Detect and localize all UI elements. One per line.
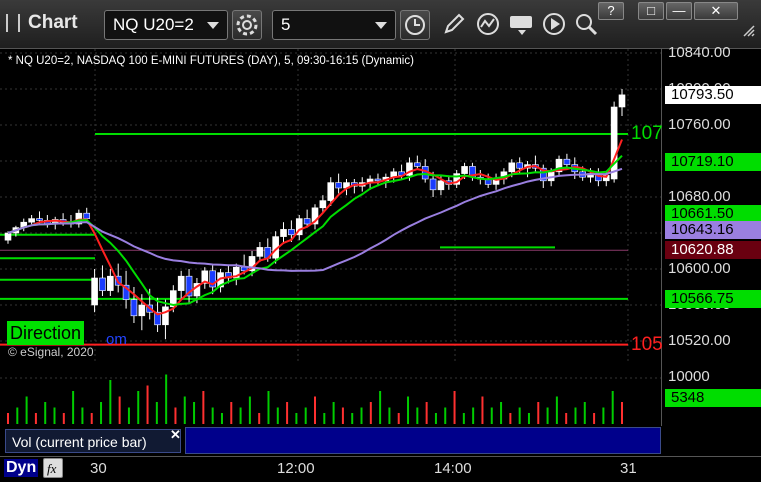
- om-text: om: [106, 331, 127, 348]
- close-icon: ✕: [710, 3, 722, 18]
- candle-body: [508, 162, 516, 173]
- price-tick: 10840.00: [668, 44, 731, 61]
- price-tag: 10793.50: [665, 85, 761, 104]
- level-label-top: 107: [631, 123, 663, 144]
- candle-body: [177, 275, 185, 291]
- svg-text:fx: fx: [47, 461, 57, 476]
- candle-body: [461, 166, 468, 174]
- candle-body: [563, 158, 571, 165]
- candle-body: [36, 218, 43, 221]
- candle-body: [327, 182, 335, 201]
- function-button[interactable]: fx: [43, 458, 63, 478]
- price-tag: 10661.50: [665, 204, 761, 223]
- candle-body: [516, 162, 523, 169]
- price-tick: 10760.00: [668, 116, 731, 133]
- candle-body: [437, 180, 445, 191]
- price-tag: 10719.10: [665, 152, 761, 171]
- candle-body: [162, 306, 169, 326]
- direction-label: Direction: [7, 321, 85, 345]
- candle-body: [256, 247, 264, 257]
- volume-tick: 10000: [668, 368, 710, 385]
- symbol-value: NQ U20=2: [113, 15, 194, 34]
- dynamic-label: Dyn: [4, 459, 39, 477]
- price-axis[interactable]: 10840.0010800.0010760.0010720.0010680.00…: [661, 44, 761, 426]
- pencil-icon: [444, 13, 465, 34]
- candle-body: [319, 200, 327, 209]
- restore-button[interactable]: □: [638, 2, 664, 20]
- minimize-button[interactable]: —: [666, 2, 692, 20]
- price-pane[interactable]: [0, 49, 661, 361]
- chevron-down-icon[interactable]: [375, 22, 387, 29]
- gear-icon: [236, 14, 258, 36]
- symbol-combo[interactable]: NQ U20=2: [104, 10, 228, 40]
- candle-body: [374, 178, 382, 182]
- time-button[interactable]: [400, 10, 430, 40]
- candle-body: [414, 162, 421, 167]
- time-tick: 30: [90, 460, 107, 477]
- settings-button[interactable]: [232, 10, 262, 40]
- candle-body: [429, 178, 437, 191]
- draw-button[interactable]: [440, 10, 470, 40]
- price-tag: 10620.88: [665, 241, 761, 260]
- help-button[interactable]: ?: [598, 2, 624, 20]
- resize-grip-icon[interactable]: [742, 24, 756, 38]
- level-label-bottom: 105: [631, 334, 663, 355]
- help-icon: ?: [607, 3, 615, 18]
- study-icon: [477, 13, 499, 35]
- price-tag: 10566.75: [665, 289, 761, 308]
- close-button[interactable]: ✕: [694, 2, 738, 20]
- candle-body: [107, 275, 114, 291]
- play-icon: [543, 13, 565, 35]
- minimize-icon: —: [672, 3, 686, 18]
- price-tick: 10600.00: [668, 260, 731, 277]
- clock-icon: [405, 15, 425, 35]
- candle-body: [130, 299, 138, 317]
- interval-combo[interactable]: 5: [272, 10, 396, 40]
- interval-value: 5: [281, 15, 291, 34]
- get-data-icon: [510, 16, 532, 35]
- candle-body: [288, 229, 295, 236]
- candle-body: [618, 94, 626, 108]
- volume-tag: 5348: [665, 389, 761, 407]
- time-tick: 12:00: [277, 460, 315, 477]
- app-title: Chart: [28, 12, 78, 33]
- app-icon: [6, 14, 20, 32]
- volume-pane[interactable]: [0, 366, 661, 426]
- restore-icon: □: [647, 3, 655, 18]
- close-icon[interactable]: ✕: [170, 427, 181, 443]
- symbol-description: * NQ U20=2, NASDAQ 100 E-MINI FUTURES (D…: [8, 55, 414, 67]
- search-icon: [576, 14, 598, 36]
- candle-body: [335, 182, 342, 189]
- candle-body: [610, 106, 618, 180]
- price-tick: 10680.00: [668, 188, 731, 205]
- get-button[interactable]: [508, 10, 538, 40]
- time-tick: 14:00: [434, 460, 472, 477]
- candle-body: [303, 218, 311, 225]
- copyright: © eSignal, 2020: [8, 345, 94, 359]
- play-button[interactable]: [540, 10, 570, 40]
- price-tag: 10643.16: [665, 221, 761, 240]
- volume-study-panel: [185, 427, 661, 454]
- candle-body: [91, 277, 98, 306]
- chevron-down-icon[interactable]: [207, 22, 219, 29]
- studies-button[interactable]: [474, 10, 504, 40]
- time-axis[interactable]: 30 12:00 14:00 31: [0, 456, 761, 482]
- time-tick: 31: [620, 460, 637, 477]
- candle-body: [280, 229, 287, 237]
- candle-body: [99, 277, 106, 291]
- toolbar: Chart NQ U20=2 5 ? □ — ✕: [0, 0, 761, 49]
- function-icon: fx: [47, 461, 57, 476]
- volume-study-label[interactable]: Vol (current price bar): [5, 429, 181, 453]
- candle-body: [138, 304, 146, 317]
- candle-body: [83, 212, 91, 219]
- candle-body: [28, 218, 35, 223]
- price-tick: 10520.00: [668, 332, 731, 349]
- candle-body: [4, 232, 12, 241]
